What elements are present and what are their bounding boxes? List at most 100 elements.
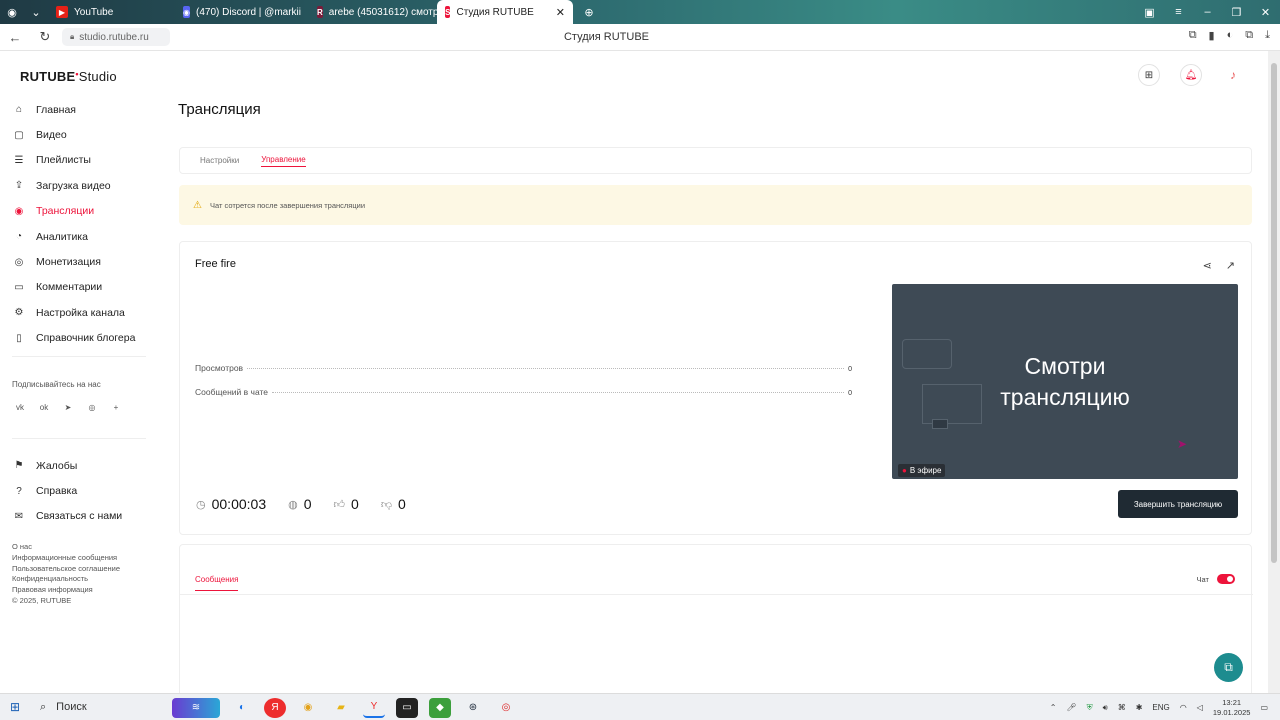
share-icon[interactable]: ⧉	[1245, 29, 1253, 42]
bookmark-icon[interactable]: ▮	[1209, 29, 1215, 42]
end-stream-button[interactable]: Завершить трансляцию	[1118, 490, 1238, 518]
stat-label: Сообщений в чате	[195, 387, 269, 397]
page-scrollbar[interactable]	[1268, 51, 1280, 693]
share-icon[interactable]: ⋖	[1203, 259, 1212, 272]
taskbar-search[interactable]: ⌕ Поиск	[30, 701, 160, 714]
viewers-icon: ◍	[288, 498, 298, 511]
widget-icon[interactable]: ≋	[172, 697, 220, 718]
steam-icon[interactable]: ⊛	[462, 698, 484, 718]
new-tab-icon[interactable]: ⊕	[577, 0, 601, 24]
help-icon: ?	[16, 485, 22, 497]
vk-icon[interactable]: vk	[12, 399, 28, 415]
close-window-icon[interactable]: ✕	[1251, 0, 1280, 24]
sidebar-item-channel-settings[interactable]: ⚙ Настройка канала	[12, 300, 147, 325]
folder-icon[interactable]: ▰	[330, 698, 352, 718]
bluetooth-icon[interactable]: ✱	[1136, 703, 1143, 712]
tab-youtube[interactable]: ▶ YouTube	[48, 0, 175, 24]
sidebar-item-label: Справка	[36, 485, 78, 498]
obs-icon[interactable]: ◎	[495, 698, 517, 718]
social-links: vk ok ➤ ◎ +	[12, 399, 124, 415]
footer-link-about[interactable]: О нас	[12, 542, 120, 553]
ok-icon[interactable]: ok	[36, 399, 52, 415]
stat-chat-messages: Сообщений в чате 0	[195, 387, 852, 397]
more-icon[interactable]: +	[108, 399, 124, 415]
terminal-icon[interactable]: ▭	[396, 697, 418, 718]
bluestacks-icon[interactable]: ◆	[429, 697, 451, 718]
dzen-icon[interactable]: ◎	[84, 399, 100, 415]
tabs-dropdown-icon[interactable]: ⌄	[24, 0, 48, 24]
footer-link-privacy[interactable]: Конфиденциальность	[12, 574, 120, 585]
network-icon[interactable]: ⌘	[1118, 703, 1126, 712]
browser-menu-icon[interactable]: ◉	[0, 0, 24, 24]
chat-toggle[interactable]	[1217, 574, 1235, 584]
sidebar-item-broadcasts[interactable]: ◉ Трансляции	[12, 199, 147, 224]
taskbar-clock[interactable]: 13:21 19.01.2025	[1213, 698, 1251, 718]
footer-link-legal[interactable]: Правовая информация	[12, 585, 120, 596]
rutube-studio-logo[interactable]: RUTUBE•Studio	[20, 69, 117, 84]
sidebar-item-complaints[interactable]: ⚑ Жалобы	[12, 453, 147, 478]
analytics-icon: ◔	[15, 231, 23, 243]
tab-studio-rutube[interactable]: S Студия RUTUBE ✕	[437, 0, 573, 24]
maximize-icon[interactable]: ❐	[1222, 0, 1251, 24]
sidebar-item-analytics[interactable]: ◔ Аналитика	[12, 224, 147, 249]
sidebar-item-playlists[interactable]: ☰ Плейлисты	[12, 148, 147, 173]
sidebar-item-home[interactable]: ⌂ Главная	[12, 97, 147, 122]
notifications-icon[interactable]: 🔔︎	[1180, 64, 1202, 86]
tab-label: (470) Discord | @markii	[196, 6, 301, 18]
clock-date: 19.01.2025	[1212, 707, 1251, 717]
bookmarks-icon[interactable]: ▣	[1135, 0, 1164, 24]
minimize-icon[interactable]: –	[1193, 0, 1222, 24]
chrome-icon[interactable]: ◉	[297, 698, 319, 718]
microphone-icon[interactable]: 🎤︎	[1067, 703, 1077, 712]
add-video-icon[interactable]: ⊞	[1138, 64, 1160, 86]
footer-link-info[interactable]: Информационные сообщения	[12, 553, 120, 564]
menu-icon[interactable]: ≡	[1164, 0, 1193, 24]
sidebar-item-help[interactable]: ? Справка	[12, 478, 147, 503]
tab-rutube-stream[interactable]: R arebe (45031612) смотр	[309, 0, 437, 24]
external-link-icon[interactable]: ↗	[1226, 259, 1235, 272]
sidebar-item-blogger-guide[interactable]: ▯ Справочник блогера	[12, 326, 147, 351]
telegram-icon[interactable]: ➤	[60, 399, 76, 415]
windows-start-icon[interactable]: ⊞	[0, 700, 30, 714]
security-icon[interactable]: ⛨	[1087, 703, 1093, 713]
preview-decoration	[932, 419, 948, 429]
money-icon: ◎	[14, 256, 24, 268]
yandex-browser-icon[interactable]: Y	[363, 698, 385, 718]
stream-card: Free fire ⋖ ↗ Просмотров 0 Сообщений в ч…	[179, 241, 1252, 535]
youtube-icon: ▶	[56, 6, 68, 18]
edge-icon[interactable]: ◐	[231, 698, 253, 718]
footer-link-terms[interactable]: Пользовательское соглашение	[12, 564, 120, 575]
sidebar-item-contact[interactable]: ✉ Связаться с нами	[12, 504, 147, 529]
volume-icon[interactable]: 🔊︎	[1103, 703, 1108, 713]
notifications-center-icon[interactable]: ▭	[1260, 703, 1268, 712]
sidebar-item-label: Аналитика	[36, 230, 88, 243]
sidebar-item-upload[interactable]: ⇪ Загрузка видео	[12, 173, 147, 198]
mouse-cursor-icon: ➤	[1177, 437, 1188, 451]
sidebar-item-comments[interactable]: ▭ Комментарии	[12, 275, 147, 300]
tab-management[interactable]: Управление	[261, 155, 306, 167]
close-tab-icon[interactable]: ✕	[556, 6, 565, 19]
dotted-leader	[272, 392, 845, 393]
stat-views: Просмотров 0	[195, 363, 852, 373]
extensions-icon[interactable]: ⧉	[1189, 29, 1197, 42]
sidebar-item-label: Жалобы	[36, 459, 78, 472]
sidebar-menu: ⌂ Главная ▢ Видео ☰ Плейлисты ⇪ Загрузка вид…	[12, 97, 147, 351]
sidebar-item-monetization[interactable]: ◎ Монетизация	[12, 249, 147, 274]
tab-discord[interactable]: ◉ (470) Discord | @markii	[175, 0, 309, 24]
search-label: Поиск	[56, 701, 87, 713]
tab-settings[interactable]: Настройки	[200, 156, 239, 165]
scrollbar-thumb[interactable]	[1271, 63, 1277, 563]
tray-expand-icon[interactable]: ⌃	[1050, 703, 1057, 712]
yandex-icon[interactable]: Я	[264, 697, 286, 718]
sidebar-item-video[interactable]: ▢ Видео	[12, 122, 147, 147]
playlist-icon: ☰	[14, 154, 24, 166]
book-icon: ▯	[16, 332, 22, 344]
support-chat-icon[interactable]: ⧉	[1214, 653, 1243, 682]
tab-messages[interactable]: Сообщения	[195, 575, 239, 591]
profile-icon[interactable]: ◐	[1227, 29, 1234, 42]
language-indicator[interactable]: ENG	[1152, 703, 1169, 712]
speaker-icon[interactable]: ◁	[1197, 703, 1203, 712]
wifi-icon[interactable]: ◠	[1180, 703, 1187, 712]
download-icon[interactable]: ⤓	[1265, 29, 1270, 42]
avatar[interactable]: ♪	[1222, 64, 1244, 86]
